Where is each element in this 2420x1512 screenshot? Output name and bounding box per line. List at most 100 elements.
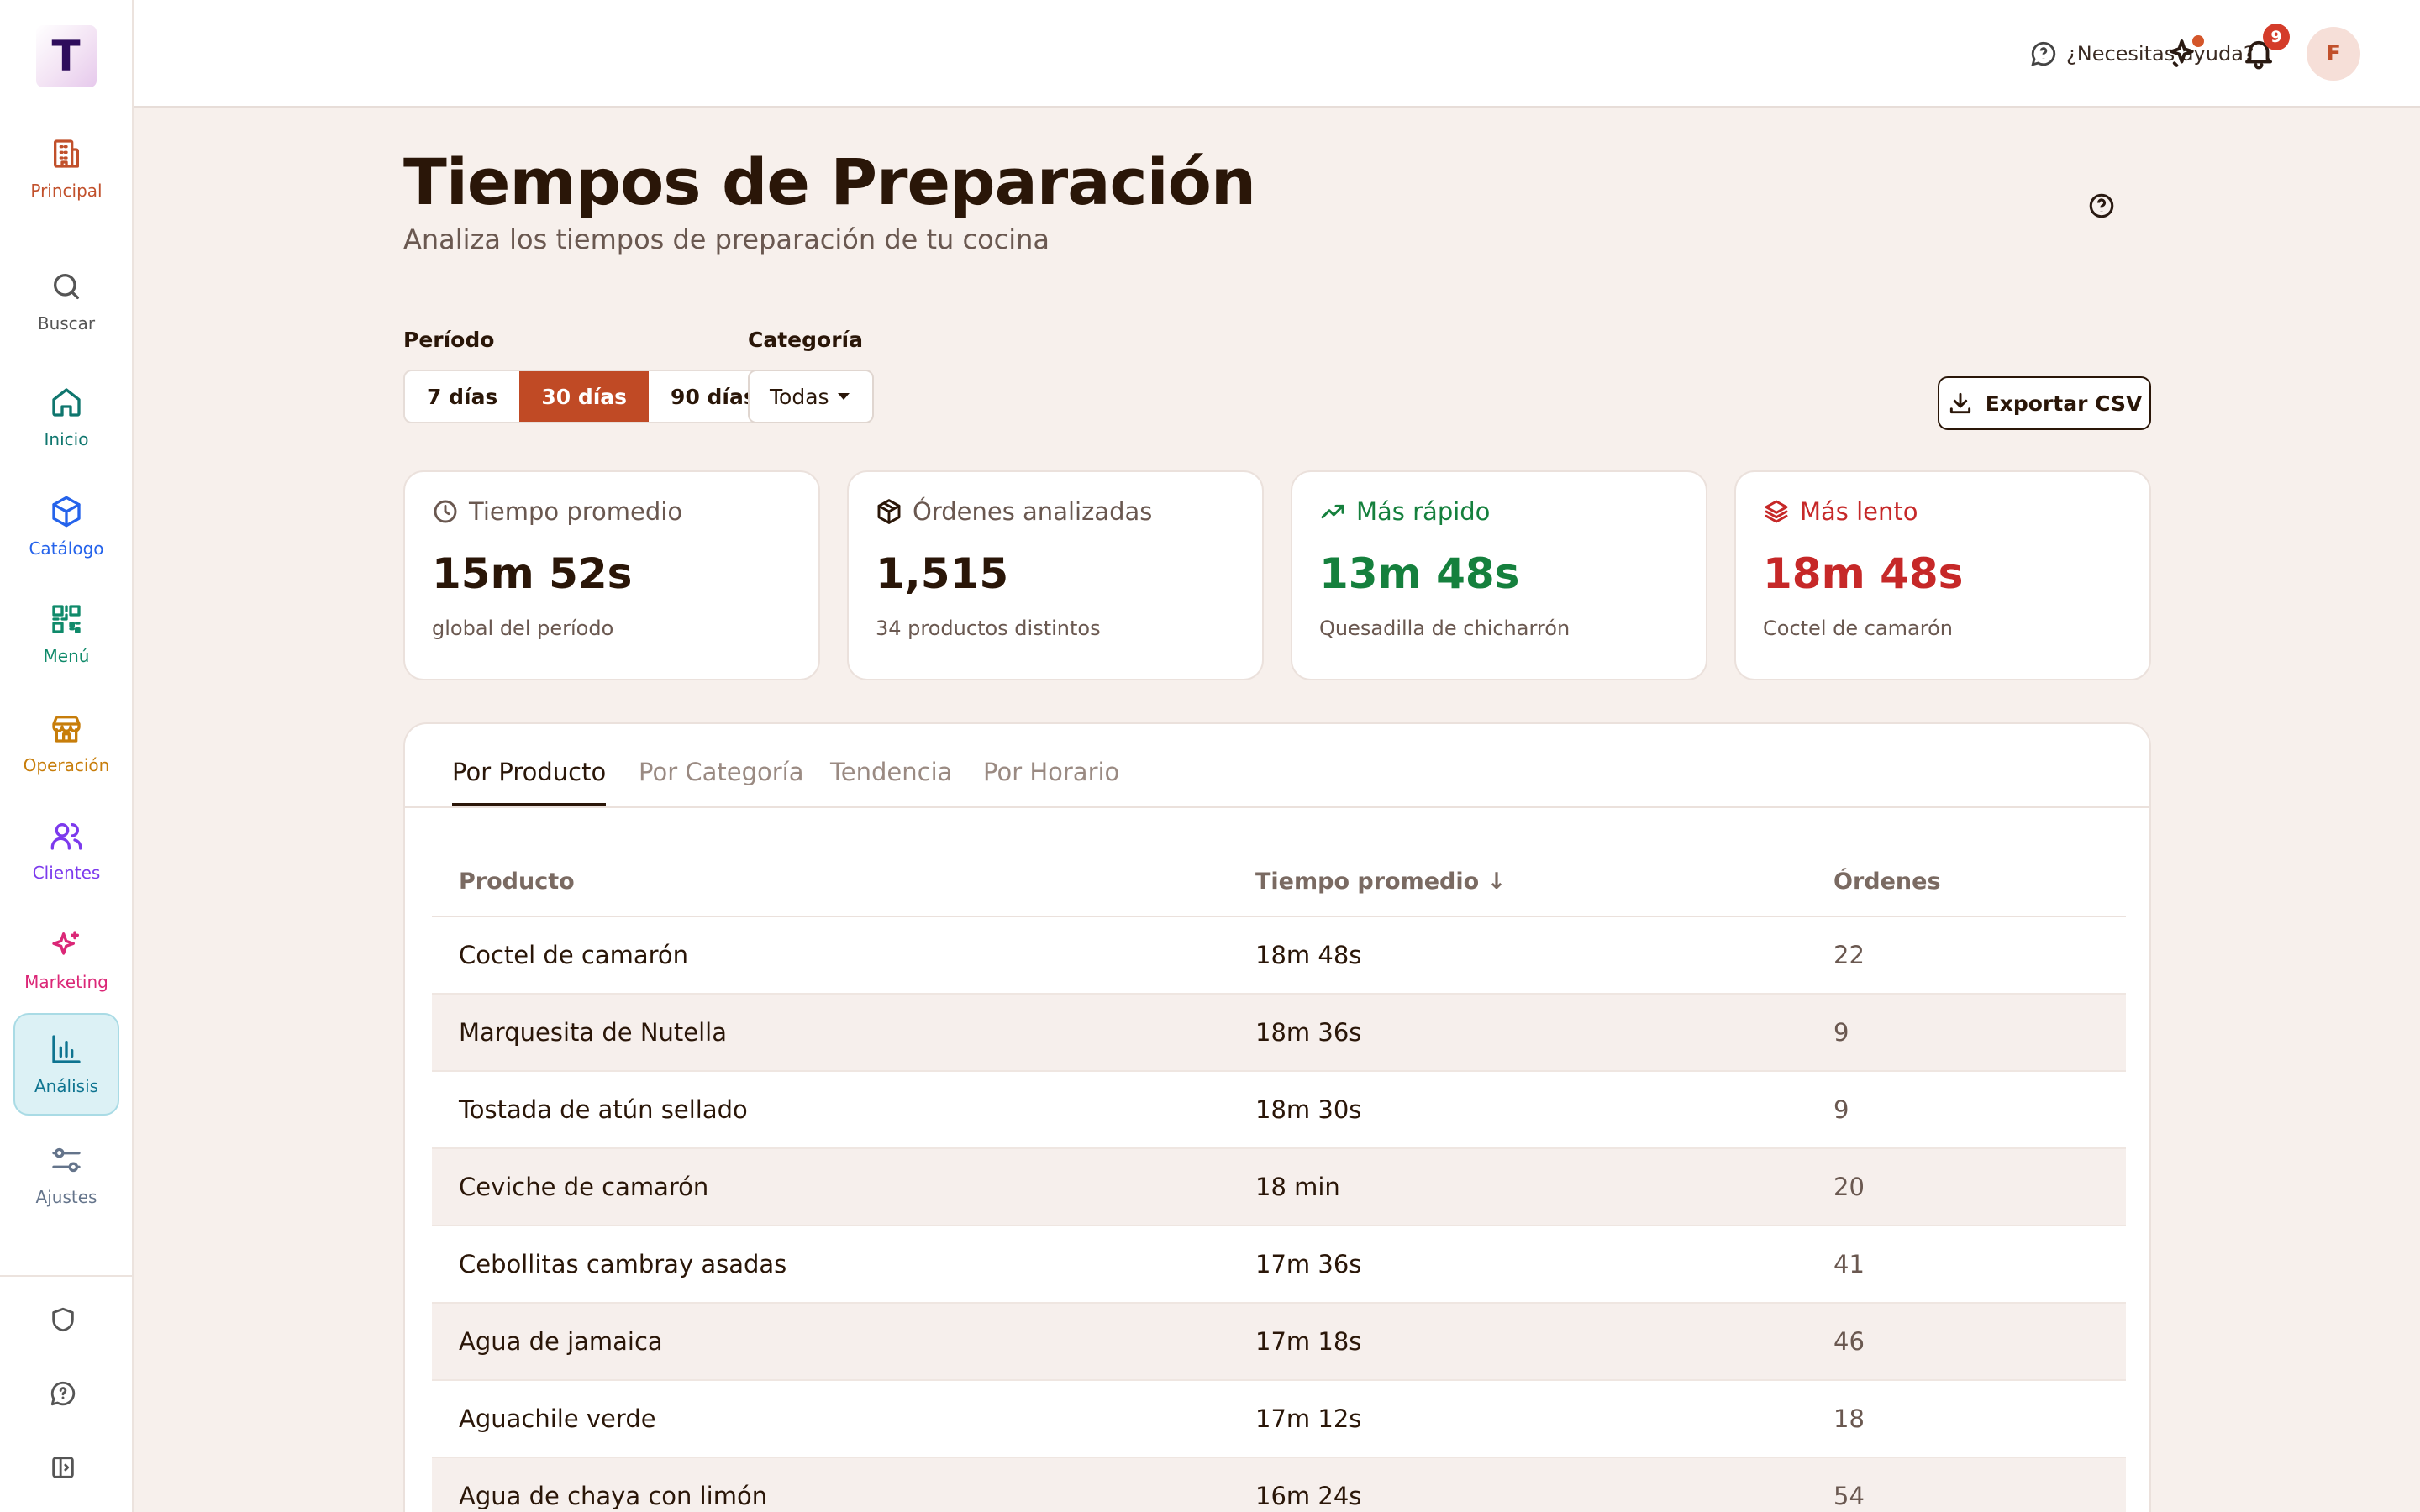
- table-row[interactable]: Coctel de camarón 18m 48s 22: [432, 917, 2126, 995]
- table-row[interactable]: Tostada de atún sellado 18m 30s 9: [432, 1072, 2126, 1149]
- cell-orders: 46: [1833, 1327, 1865, 1356]
- collapse-sidebar-icon[interactable]: [49, 1453, 82, 1487]
- app-logo[interactable]: T: [35, 25, 97, 87]
- home-icon: [52, 388, 81, 417]
- sidebar-item-label: Inicio: [44, 429, 89, 449]
- logo-letter: T: [51, 32, 81, 81]
- sidebar-item-label: Ajustes: [35, 1187, 97, 1207]
- sidebar-item-clientes[interactable]: Clientes: [13, 800, 119, 902]
- column-header-producto[interactable]: Producto: [459, 869, 575, 895]
- sidebar-item-label: Menú: [43, 646, 90, 666]
- cell-time: 16m 24s: [1255, 1482, 1362, 1510]
- table-row[interactable]: Aguachile verde 17m 12s 18: [432, 1381, 2126, 1458]
- notifications-button[interactable]: 9: [2241, 24, 2290, 72]
- cell-orders: 9: [1833, 1018, 1849, 1047]
- category-select[interactable]: Todas: [748, 370, 874, 423]
- sidebar-item-buscar[interactable]: Buscar: [13, 250, 119, 353]
- cell-orders: 22: [1833, 941, 1865, 969]
- export-csv-button[interactable]: Exportar CSV: [1938, 376, 2151, 430]
- stat-value: 18m 48s: [1763, 549, 1964, 598]
- tab-por-horario[interactable]: Por Horario: [983, 758, 1119, 803]
- cube-icon: [52, 496, 81, 528]
- cell-product: Ceviche de camarón: [459, 1173, 709, 1201]
- cell-time: 17m 18s: [1255, 1327, 1362, 1356]
- stat-card-orders: Órdenes analizadas 1,515 34 productos di…: [847, 470, 1264, 680]
- cell-orders: 9: [1833, 1095, 1849, 1124]
- table-row[interactable]: Agua de jamaica 17m 18s 46: [432, 1304, 2126, 1381]
- category-label: Categoría: [748, 328, 863, 352]
- stat-title: Órdenes analizadas: [913, 497, 1153, 526]
- sidebar-item-label: Buscar: [37, 313, 96, 333]
- sidebar-item-marketing[interactable]: Marketing: [13, 909, 119, 1011]
- help-link[interactable]: ¿Necesitas ayuda?: [2029, 35, 2254, 72]
- trending-up-icon: [1321, 504, 1344, 519]
- table-row[interactable]: Marquesita de Nutella 18m 36s 9: [432, 995, 2126, 1072]
- cell-time: 17m 36s: [1255, 1250, 1362, 1278]
- sidebar-item-ajustes[interactable]: Ajustes: [13, 1124, 119, 1226]
- sidebar-item-catalogo[interactable]: Catálogo: [13, 475, 119, 578]
- stat-subtitle: 34 productos distintos: [876, 617, 1101, 640]
- avatar-initial: F: [2326, 41, 2341, 66]
- help-chat-icon: [2031, 41, 2056, 66]
- page-help-button[interactable]: [2087, 192, 2118, 222]
- stat-subtitle: global del período: [432, 617, 614, 640]
- cell-product: Cebollitas cambray asadas: [459, 1250, 787, 1278]
- stat-value: 15m 52s: [432, 549, 633, 598]
- period-option-30[interactable]: 30 días: [519, 371, 650, 422]
- sparkles-icon: [52, 931, 80, 955]
- stat-card-fastest: Más rápido 13m 48s Quesadilla de chichar…: [1291, 470, 1707, 680]
- sidebar-footer: [0, 1275, 132, 1277]
- sidebar: T Principal Buscar Inicio Catálogo Menú …: [0, 0, 134, 1512]
- layers-icon: [1765, 500, 1788, 523]
- data-panel: Por Producto Por Categoría Tendencia Por…: [403, 722, 2151, 1512]
- table-row[interactable]: Agua de chaya con limón 16m 24s 54: [432, 1458, 2126, 1512]
- stat-value: 13m 48s: [1319, 549, 1520, 598]
- category-value: Todas: [770, 384, 829, 409]
- sidebar-item-inicio[interactable]: Inicio: [13, 366, 119, 469]
- export-label: Exportar CSV: [1985, 391, 2143, 416]
- cell-orders: 18: [1833, 1404, 1865, 1433]
- qr-code-icon: [52, 605, 81, 633]
- sidebar-item-principal[interactable]: Principal: [13, 118, 119, 220]
- clock-icon: [434, 500, 457, 523]
- column-header-tiempo[interactable]: Tiempo promedio ↓: [1255, 869, 1506, 895]
- tab-bar: Por Producto Por Categoría Tendencia Por…: [405, 724, 2149, 808]
- tab-tendencia[interactable]: Tendencia: [830, 758, 952, 803]
- stat-subtitle: Coctel de camarón: [1763, 617, 1953, 640]
- sidebar-item-analisis[interactable]: Análisis: [13, 1013, 119, 1116]
- period-selector: 7 días 30 días 90 días: [403, 370, 780, 423]
- stat-card-slowest: Más lento 18m 48s Coctel de camarón: [1734, 470, 2151, 680]
- stat-card-average-time: Tiempo promedio 15m 52s global del perío…: [403, 470, 820, 680]
- column-header-ordenes[interactable]: Órdenes: [1833, 869, 1941, 895]
- period-option-7[interactable]: 7 días: [405, 371, 519, 422]
- users-icon: [50, 823, 82, 850]
- tab-por-producto[interactable]: Por Producto: [452, 758, 607, 806]
- sidebar-item-label: Clientes: [32, 863, 101, 883]
- avatar[interactable]: F: [2307, 27, 2360, 81]
- sidebar-item-label: Catálogo: [29, 538, 104, 559]
- period-label: Período: [403, 328, 495, 352]
- cell-product: Aguachile verde: [459, 1404, 656, 1433]
- sidebar-item-menu[interactable]: Menú: [13, 583, 119, 685]
- table-row[interactable]: Ceviche de camarón 18 min 20: [432, 1149, 2126, 1226]
- ai-indicator-dot: [2192, 35, 2204, 47]
- cell-time: 17m 12s: [1255, 1404, 1362, 1433]
- store-icon: [52, 716, 81, 743]
- cell-time: 18m 30s: [1255, 1095, 1362, 1124]
- page-subtitle: Analiza los tiempos de preparación de tu…: [403, 223, 1050, 255]
- table-row[interactable]: Cebollitas cambray asadas 17m 36s 41: [432, 1226, 2126, 1304]
- ai-assistant-button[interactable]: [2167, 35, 2204, 72]
- shield-icon[interactable]: [49, 1305, 82, 1339]
- stat-value: 1,515: [876, 549, 1009, 598]
- cell-product: Coctel de camarón: [459, 941, 689, 969]
- sliders-icon: [52, 1147, 81, 1173]
- cell-product: Marquesita de Nutella: [459, 1018, 727, 1047]
- chat-help-icon[interactable]: [49, 1379, 82, 1413]
- box-icon: [877, 499, 901, 524]
- tab-por-categoria[interactable]: Por Categoría: [639, 758, 803, 803]
- sidebar-item-operacion[interactable]: Operación: [13, 692, 119, 795]
- sidebar-item-label: Principal: [30, 181, 103, 201]
- stat-subtitle: Quesadilla de chicharrón: [1319, 617, 1570, 640]
- cell-product: Agua de chaya con limón: [459, 1482, 768, 1510]
- table-header: Producto Tiempo promedio ↓ Órdenes: [432, 850, 2126, 917]
